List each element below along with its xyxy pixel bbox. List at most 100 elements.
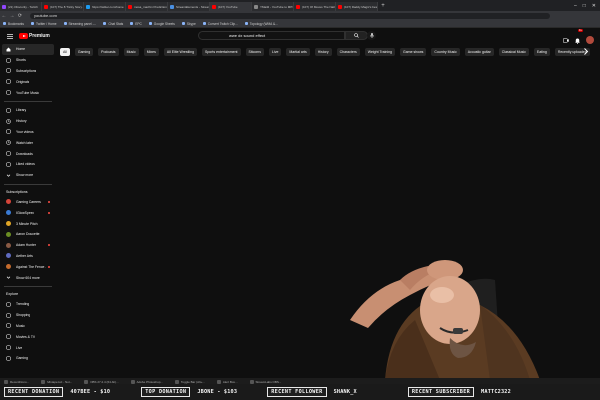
bookmark-item[interactable]: Google Sheets — [148, 21, 175, 26]
bookmark-item[interactable]: EPC — [130, 22, 142, 26]
filter-chip[interactable]: Acoustic guitar — [464, 48, 494, 56]
bookmark-item[interactable]: Skype — [181, 21, 196, 26]
voice-search-button[interactable] — [367, 31, 376, 40]
filter-chip[interactable]: All — [60, 48, 70, 56]
bookmark-item[interactable]: Topology (WMA &... — [244, 22, 278, 26]
sidebar-item-your-videos[interactable]: Your videos — [0, 127, 56, 138]
filter-chip[interactable]: Country Music — [431, 48, 460, 56]
bookmark-icon — [63, 22, 67, 25]
top-donation-value: JBONE - $103 — [197, 389, 238, 395]
filter-chip[interactable]: Sports entertainment — [202, 48, 241, 56]
new-tab-button[interactable]: + — [378, 3, 388, 9]
filter-chip[interactable]: Game shows — [399, 48, 427, 56]
forward-button[interactable]: → — [8, 13, 16, 19]
filter-chip-label: Weight Training — [367, 50, 392, 54]
chevron-right-icon[interactable] — [583, 48, 589, 55]
filter-chip[interactable]: Weight Training — [364, 48, 395, 56]
sidebar-item-music[interactable]: Music — [0, 321, 56, 332]
subscription-item[interactable]: 3 Minute Pitch — [0, 218, 56, 229]
sidebar-item-movies-tv[interactable]: Movies & TV — [0, 331, 56, 342]
filter-chip[interactable]: Live — [268, 48, 282, 56]
subscription-label: Gaming Careers — [16, 199, 41, 204]
filter-chip-label: Sitcoms — [248, 50, 261, 54]
browser-tab[interactable]: mosa_machin Predictions for th... — [126, 2, 168, 11]
subscription-item[interactable]: IGlowSpeed — [0, 207, 56, 218]
avatar[interactable] — [586, 36, 594, 44]
browser-tab[interactable]: (107) Of Moves The Native Of... — [294, 2, 336, 11]
bookmark-icon — [130, 22, 134, 25]
tabs-container: (21) Obscurity - Twitch (107) The 8 Trick… — [0, 0, 378, 11]
sidebar-item-label: Gaming — [16, 356, 28, 361]
bookmark-label: Google Sheets — [153, 21, 175, 26]
browser-tab[interactable]: https://twitter.com/home — [84, 2, 126, 11]
youtube-logo[interactable]: Premium — [19, 33, 50, 39]
bookmark-item[interactable]: Chat Stats — [103, 22, 123, 26]
sidebar-item-youtube-music[interactable]: YouTube Music — [0, 87, 56, 98]
sidebar-item-history[interactable]: History — [0, 116, 56, 127]
reload-button[interactable]: ⟳ — [16, 13, 24, 19]
browser-tab[interactable]: (21) Obscurity - Twitch — [0, 2, 42, 11]
close-window-button[interactable]: ✕ — [592, 3, 596, 9]
bookmark-item[interactable]: Bookmarks — [3, 22, 24, 26]
sidebar-item-shopping[interactable]: Shopping — [0, 310, 56, 321]
url-input[interactable]: youtube.com — [30, 12, 550, 19]
downloads-icon — [6, 151, 11, 156]
subscription-item[interactable]: Aaron Doucette — [0, 229, 56, 240]
sidebar-item-shorts[interactable]: Shorts — [0, 55, 56, 66]
subscription-item[interactable]: Aether Arts — [0, 251, 56, 262]
bookmark-item[interactable]: Streaming panel -... — [63, 22, 96, 26]
tab-label: mosa_machin Predictions for th... — [134, 4, 167, 9]
filter-chip[interactable]: Characters — [336, 48, 360, 56]
filter-chip[interactable]: Classical Music — [498, 48, 529, 56]
subscription-item[interactable]: Gaming Careers — [0, 197, 56, 208]
sidebar-item-downloads[interactable]: Downloads — [0, 148, 56, 159]
bookmark-item[interactable]: Twitter / Home — [30, 21, 57, 26]
filter-chip[interactable]: Mixes — [143, 48, 159, 56]
minimize-button[interactable]: – — [574, 3, 577, 9]
search-input[interactable]: wwe dx sound effect — [198, 31, 345, 40]
filter-chip[interactable]: Martial arts — [286, 48, 310, 56]
originals-icon — [6, 79, 11, 84]
filter-chip[interactable]: Eating — [533, 48, 550, 56]
sidebar-item-library[interactable]: Library — [0, 105, 56, 116]
filter-chip[interactable]: Music — [123, 48, 139, 56]
maximize-button[interactable]: □ — [583, 3, 586, 9]
filter-chip[interactable]: History — [314, 48, 332, 56]
sidebar-item-trending[interactable]: Trending — [0, 299, 56, 310]
bookmark-icon — [181, 22, 185, 25]
filter-chip-label: Gaming — [77, 50, 91, 54]
browser-tab[interactable]: (107) Daddy Magic's best read... — [336, 2, 378, 11]
filter-chip[interactable]: Gaming — [74, 48, 94, 56]
bookmark-label: Skype — [186, 21, 196, 26]
subscription-item[interactable]: Against The Fence - — [0, 261, 56, 272]
create-video-icon[interactable] — [563, 37, 569, 43]
browser-tab[interactable]: (107) YouTube — [210, 2, 252, 11]
youtube-header: Premium wwe dx sound effect 9+ — [0, 28, 600, 44]
bookmark-label: Twitter / Home — [35, 21, 57, 26]
browser-tab[interactable]: (107) The 8 Tricky Story on You... — [42, 2, 84, 11]
sidebar-item-subscriptions[interactable]: Subscriptions — [0, 66, 56, 77]
sidebar-item-show-more[interactable]: Show more — [0, 170, 56, 181]
filter-chip[interactable]: All Elite Wrestling — [163, 48, 198, 56]
sidebar-item-home[interactable]: Home — [2, 44, 54, 55]
menu-icon[interactable] — [3, 33, 17, 39]
filter-chip[interactable]: Podcasts — [98, 48, 119, 56]
tab-label: (21) Obscurity - Twitch — [8, 4, 38, 9]
browser-tab[interactable]: YMail2 - YouTube to MP3 Conv... — [252, 2, 294, 11]
subscription-item[interactable]: Adam Hunter — [0, 240, 56, 251]
subscription-item[interactable]: Show 604 more — [0, 272, 56, 283]
sidebar-item-gaming[interactable]: Gaming — [0, 353, 56, 364]
brand-label: Premium — [29, 33, 50, 39]
bookmark-item[interactable]: Convert Twitch Clip... — [202, 22, 238, 26]
sidebar-item-originals[interactable]: Originals — [0, 76, 56, 87]
search-button[interactable] — [345, 31, 368, 40]
sidebar-item-live[interactable]: Live — [0, 342, 56, 353]
recent-follower-value: SHANK_X — [333, 389, 357, 395]
browser-tab[interactable]: StreamElements - Stream store — [168, 2, 210, 11]
filter-chip[interactable]: Sitcoms — [245, 48, 264, 56]
sidebar-item-liked-videos[interactable]: Liked videos — [0, 159, 56, 170]
sidebar-item-label: Show more — [16, 173, 34, 178]
back-button[interactable]: ← — [0, 13, 8, 19]
bookmark-label: Chat Stats — [108, 21, 124, 26]
sidebar-item-watch-later[interactable]: Watch later — [0, 137, 56, 148]
